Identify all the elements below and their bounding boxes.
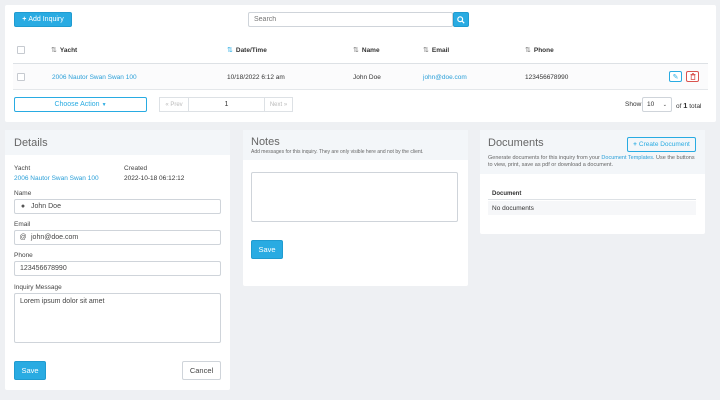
user-icon: ●	[20, 203, 26, 210]
details-save-button[interactable]: Save	[14, 361, 46, 380]
phone-field[interactable]: 123456678990	[14, 261, 221, 276]
table-row: 2006 Nautor Swan Swan 100 10/18/2022 6:1…	[13, 64, 708, 90]
total-summary: of 1 total	[676, 101, 702, 110]
created-label: Created	[124, 165, 148, 172]
inquiry-list-panel: + Add Inquiry ⇅Yacht ⇅Date/Time ⇅Name ⇅E…	[5, 5, 716, 122]
caret-down-icon: ▼	[101, 101, 107, 108]
sort-active-icon: ⇅	[227, 47, 233, 54]
details-title: Details	[14, 137, 48, 149]
notes-panel: Notes Add messages for this inquiry. The…	[243, 130, 468, 286]
plus-icon: +	[633, 141, 637, 148]
next-page-button[interactable]: Next »	[265, 97, 293, 112]
column-header-yacht[interactable]: ⇅ Yacht	[51, 46, 77, 55]
column-header-email[interactable]: ⇅ Email	[423, 46, 449, 55]
details-header: Details	[5, 130, 230, 155]
notes-header: Notes Add messages for this inquiry. The…	[243, 130, 468, 160]
notes-textarea[interactable]	[251, 172, 458, 222]
details-yacht-link[interactable]: 2006 Nautor Swan Swan 100	[14, 175, 99, 182]
notes-title: Notes	[251, 136, 280, 148]
datetime-cell: 10/18/2022 6:12 am	[227, 74, 285, 81]
message-label: Inquiry Message	[14, 284, 62, 291]
sort-icon: ⇅	[525, 47, 531, 54]
documents-panel: Documents + Create Document Generate doc…	[480, 130, 705, 234]
prev-page-button[interactable]: « Prev	[159, 97, 189, 112]
documents-table-header: Document	[488, 188, 696, 200]
name-label: Name	[14, 190, 32, 197]
yacht-link[interactable]: 2006 Nautor Swan Swan 100	[52, 74, 137, 81]
trash-icon	[690, 73, 695, 80]
email-label: Email	[14, 221, 31, 228]
yacht-label: Yacht	[14, 165, 31, 172]
column-header-datetime[interactable]: ⇅ Date/Time	[227, 46, 267, 55]
search-button[interactable]	[453, 12, 469, 27]
search-icon	[457, 15, 465, 24]
delete-button[interactable]	[686, 71, 699, 82]
name-field[interactable]: ● John Doe	[14, 199, 221, 214]
email-field[interactable]: @ john@doe.com	[14, 230, 221, 245]
notes-save-button[interactable]: Save	[251, 240, 283, 259]
documents-title: Documents	[488, 137, 544, 149]
phone-cell: 123456678990	[525, 74, 569, 81]
edit-button[interactable]: ✎	[669, 71, 682, 82]
page-size-select[interactable]: 10 ⌄	[642, 97, 672, 112]
column-header-name[interactable]: ⇅ Name	[353, 46, 380, 55]
create-document-button[interactable]: + Create Document	[627, 137, 696, 152]
select-all-checkbox[interactable]	[17, 46, 25, 54]
details-cancel-button[interactable]: Cancel	[182, 361, 221, 380]
email-link[interactable]: john@doe.com	[423, 74, 467, 81]
notes-subtitle: Add messages for this inquiry. They are …	[251, 149, 424, 155]
page-number-input[interactable]: 1	[189, 97, 265, 112]
details-panel: Details Yacht 2006 Nautor Swan Swan 100 …	[5, 130, 230, 390]
sort-icon: ⇅	[353, 47, 359, 54]
documents-header: Documents + Create Document Generate doc…	[480, 130, 705, 174]
pencil-icon: ✎	[672, 73, 679, 81]
show-label: Show	[625, 101, 642, 108]
documents-empty-row: No documents	[488, 201, 696, 215]
chevron-down-icon: ⌄	[662, 101, 667, 108]
search-input[interactable]	[248, 12, 453, 27]
plus-icon: +	[22, 16, 27, 23]
column-header-phone[interactable]: ⇅ Phone	[525, 46, 554, 55]
documents-description: Generate documents for this inquiry from…	[488, 155, 695, 168]
sort-icon: ⇅	[423, 47, 429, 54]
add-inquiry-button[interactable]: + Add Inquiry	[14, 12, 72, 27]
message-textarea[interactable]: Lorem ipsum dolor sit amet	[14, 293, 221, 343]
document-templates-link[interactable]: Document Templates	[601, 155, 653, 161]
sort-icon: ⇅	[51, 47, 57, 54]
name-cell: John Doe	[353, 74, 381, 81]
choose-action-dropdown[interactable]: Choose Action ▼	[14, 97, 147, 112]
created-value: 2022-10-18 06:12:12	[124, 175, 185, 182]
phone-label: Phone	[14, 252, 33, 259]
row-checkbox[interactable]	[17, 73, 25, 81]
at-icon: @	[19, 234, 27, 241]
